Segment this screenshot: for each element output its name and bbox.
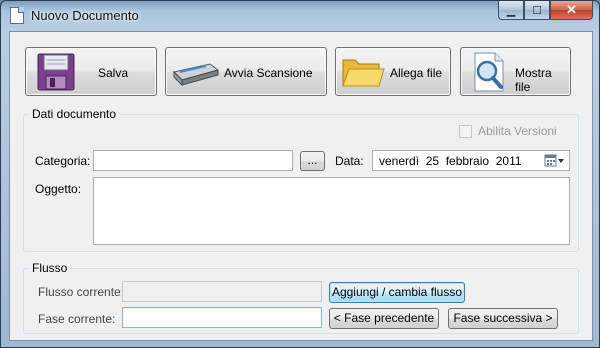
previous-phase-button[interactable]: < Fase precedente [329,308,439,329]
minimize-icon: ▁ [506,4,516,17]
enable-versions-label: Abilita Versioni [478,124,557,138]
category-input[interactable] [93,150,293,171]
current-phase-label: Fase corrente: [38,312,116,326]
date-picker[interactable]: venerdì 25 febbraio 2011 [372,150,570,171]
next-phase-button[interactable]: Fase successiva > [448,308,558,329]
document-data-group: Dati documento Abilita Versioni Categori… [23,107,579,252]
workflow-group: Flusso Flusso corrente: Aggiungi / cambi… [23,261,579,334]
subject-label: Oggetto: [35,182,82,196]
attach-file-button[interactable]: Allega file [335,47,451,96]
show-file-button[interactable]: Mostra file [460,47,571,96]
title-bar[interactable]: Nuovo Documento ▁ ☐ ✕ [1,1,599,31]
current-flow-label: Flusso corrente: [38,285,125,299]
close-button[interactable]: ✕ [550,1,593,20]
close-icon: ✕ [566,2,577,17]
workflow-legend: Flusso [29,261,71,275]
client-area: Salva Avvia Scansione Allega file Mostra… [9,31,593,341]
date-value: venerdì 25 febbraio 2011 [379,154,522,168]
folder-icon [342,59,385,87]
minimize-button[interactable]: ▁ [498,1,524,20]
document-icon [10,7,24,24]
subject-textarea[interactable] [93,177,570,245]
show-file-button-label: Mostra file [515,66,552,94]
scan-button-label: Avvia Scansione [224,66,313,80]
window-title: Nuovo Documento [31,8,139,23]
calendar-dropdown-icon [544,154,564,167]
enable-versions-checkbox[interactable] [459,125,472,138]
caption-buttons: ▁ ☐ ✕ [498,1,593,21]
scanner-icon [173,63,220,87]
main-window: Nuovo Documento ▁ ☐ ✕ Salva Avvia Scansi… [0,0,600,348]
floppy-disk-icon [37,53,75,91]
attach-file-button-label: Allega file [390,66,443,80]
document-data-legend: Dati documento [29,107,120,121]
scan-button[interactable]: Avvia Scansione [165,47,327,96]
current-phase-input[interactable] [122,307,322,328]
change-flow-button[interactable]: Aggiungi / cambia flusso [329,282,465,303]
magnifier-document-icon [474,52,504,92]
current-flow-field [122,281,322,302]
category-label: Categoria: [35,154,91,168]
save-button-label: Salva [98,66,129,80]
maximize-button[interactable]: ☐ [524,1,550,20]
save-button[interactable]: Salva [25,47,157,96]
date-label: Data: [335,154,364,168]
maximize-icon: ☐ [532,4,542,17]
browse-category-button[interactable]: ... [300,151,325,171]
